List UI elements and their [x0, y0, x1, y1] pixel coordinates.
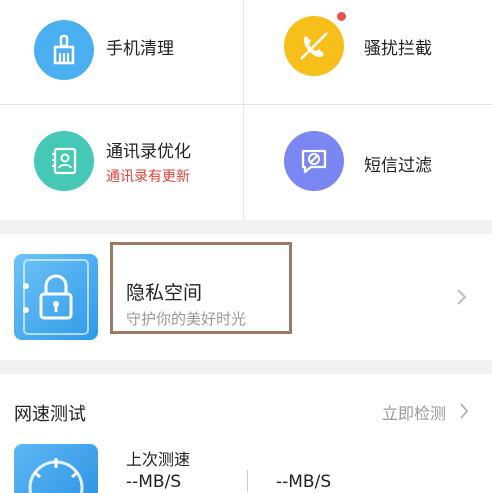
tool-harassment-block[interactable]: 骚扰拦截 [246, 0, 492, 104]
privacy-subtitle: 守护你的美好时光 [126, 310, 247, 328]
notification-dot [337, 12, 346, 21]
message-filter-icon [284, 131, 344, 191]
upload-speed-value: --MB/S [276, 472, 332, 492]
last-test-label: 上次测速 [126, 450, 191, 469]
tool-phone-clean[interactable]: 手机清理 [0, 0, 246, 104]
download-speed-value: --MB/S [126, 472, 182, 492]
privacy-lock-icon [14, 254, 98, 340]
chevron-right-icon [460, 403, 469, 419]
tools-grid: 手机清理 骚扰拦截 通讯录优化 通讯录有更新 短信过滤 [0, 0, 492, 220]
tool-label: 短信过滤 [364, 156, 432, 176]
speedometer-icon [14, 444, 98, 493]
tool-sms-filter[interactable]: 短信过滤 [246, 105, 492, 220]
privacy-space-row[interactable]: 隐私空间 守护你的美好时光 [0, 234, 492, 360]
privacy-title: 隐私空间 [126, 282, 203, 304]
value-divider [247, 470, 248, 492]
tool-label: 手机清理 [106, 39, 174, 59]
speed-test-title: 网速测试 [14, 404, 86, 425]
update-notice: 通讯录有更新 [106, 169, 190, 185]
tool-contacts-optimize[interactable]: 通讯录优化 通讯录有更新 [0, 105, 246, 220]
speed-test-section: 网速测试 立即检测 上次测速 --MB/S --MB/S [0, 374, 492, 493]
test-now-button[interactable]: 立即检测 [382, 400, 446, 424]
contacts-icon [34, 131, 94, 191]
chevron-right-icon [457, 289, 467, 305]
blocked-phone-icon [284, 16, 344, 76]
tool-label: 通讯录优化 [106, 142, 191, 162]
tool-label: 骚扰拦截 [364, 39, 432, 59]
broom-icon [34, 20, 94, 80]
